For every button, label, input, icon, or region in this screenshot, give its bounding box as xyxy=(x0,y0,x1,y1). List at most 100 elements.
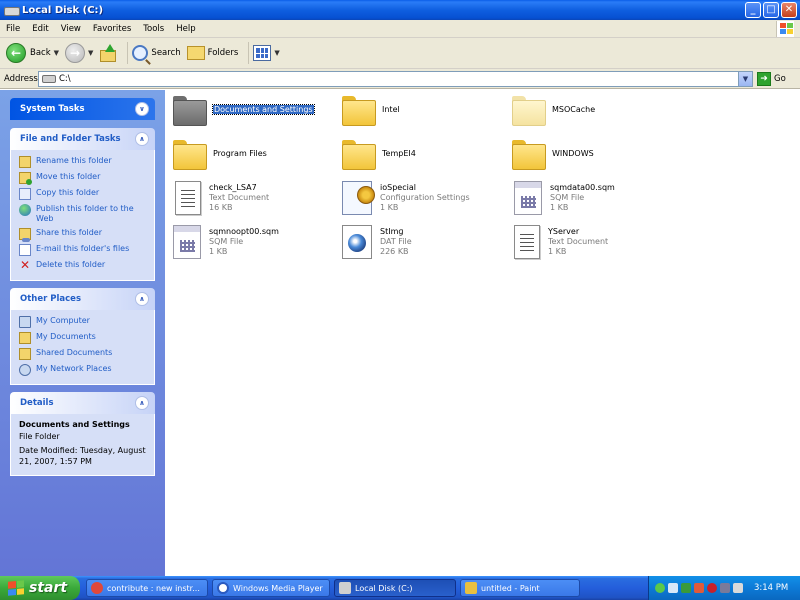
menu-view[interactable]: View xyxy=(55,24,87,34)
task-rename-folder[interactable]: Rename this folder xyxy=(19,156,146,168)
text-document-icon xyxy=(175,181,201,215)
menu-file[interactable]: File xyxy=(0,24,26,34)
other-places-header[interactable]: Other Places ∧ xyxy=(10,288,155,310)
back-button[interactable]: ← Back ▼ xyxy=(6,43,59,63)
file-type: SQM File xyxy=(550,193,585,202)
forward-button[interactable]: → ▼ xyxy=(65,43,93,63)
close-button[interactable]: ✕ xyxy=(781,2,797,18)
chevron-up-icon[interactable]: ∧ xyxy=(135,292,149,306)
up-button[interactable] xyxy=(99,44,117,62)
place-network-places[interactable]: My Network Places xyxy=(19,364,146,376)
menu-bar: File Edit View Favorites Tools Help xyxy=(0,20,800,38)
antivirus-icon[interactable] xyxy=(707,583,717,593)
file-name: Documents and Settings xyxy=(212,104,315,115)
file-item[interactable]: TempEI4 xyxy=(342,140,416,170)
file-item[interactable]: ioSpecial Configuration Settings 1 KB xyxy=(342,181,470,215)
place-label: My Network Places xyxy=(36,364,112,373)
address-value: C:\ xyxy=(59,74,71,84)
file-item[interactable]: WINDOWS xyxy=(512,140,594,170)
file-name: TempEI4 xyxy=(382,149,416,158)
tray-app-icon[interactable] xyxy=(681,583,691,593)
start-label: start xyxy=(29,580,68,596)
menu-tools[interactable]: Tools xyxy=(137,24,170,34)
tray-app-icon[interactable] xyxy=(720,583,730,593)
back-arrow-icon: ← xyxy=(6,43,26,63)
menu-favorites[interactable]: Favorites xyxy=(87,24,137,34)
place-shared-documents[interactable]: Shared Documents xyxy=(19,348,146,360)
address-dropdown-button[interactable]: ▼ xyxy=(738,72,752,86)
drive-icon xyxy=(42,75,56,83)
chevron-up-icon[interactable]: ∧ xyxy=(135,132,149,146)
file-item[interactable]: Documents and Settings xyxy=(173,96,315,126)
taskbar: start contribute : new instr... Windows … xyxy=(0,576,800,600)
share-icon xyxy=(19,228,31,242)
file-size: 1 KB xyxy=(380,203,399,212)
place-my-documents[interactable]: My Documents xyxy=(19,332,146,344)
media-player-icon xyxy=(217,582,229,594)
rename-icon xyxy=(19,156,31,168)
details-header[interactable]: Details ∧ xyxy=(10,392,155,414)
file-name: sqmnoopt00.sqm xyxy=(209,227,279,236)
security-shield-icon[interactable] xyxy=(694,583,704,593)
go-button[interactable]: ➜ Go xyxy=(757,72,786,86)
file-item[interactable]: sqmnoopt00.sqm SQM File 1 KB xyxy=(173,225,279,259)
menu-edit[interactable]: Edit xyxy=(26,24,54,34)
file-size: 1 KB xyxy=(209,247,228,256)
chevron-down-icon[interactable]: ▼ xyxy=(88,49,93,57)
file-item[interactable]: check_LSA7 Text Document 16 KB xyxy=(175,181,269,215)
maximize-button[interactable]: □ xyxy=(763,2,779,18)
taskbar-item-paint[interactable]: untitled - Paint xyxy=(460,579,580,597)
place-label: Shared Documents xyxy=(36,348,113,357)
address-input[interactable]: C:\ ▼ xyxy=(38,71,753,87)
sqm-file-icon xyxy=(173,225,201,259)
search-button[interactable]: Search xyxy=(132,45,181,61)
system-tasks-header[interactable]: System Tasks ∨ xyxy=(10,98,155,120)
minimize-button[interactable]: _ xyxy=(745,2,761,18)
volume-icon[interactable] xyxy=(733,583,743,593)
place-my-computer[interactable]: My Computer xyxy=(19,316,146,328)
folders-label: Folders xyxy=(207,48,239,58)
folders-button[interactable]: Folders xyxy=(186,46,239,60)
file-folder-tasks-header[interactable]: File and Folder Tasks ∧ xyxy=(10,128,155,150)
chevron-down-icon[interactable]: ∨ xyxy=(135,102,149,116)
chevron-down-icon[interactable]: ▼ xyxy=(274,49,279,57)
file-item[interactable]: StImɡ DAT File 226 KB xyxy=(342,225,412,259)
copy-icon xyxy=(19,188,31,200)
file-type: DAT File xyxy=(380,237,412,246)
task-publish-folder[interactable]: Publish this folder to the Web xyxy=(19,204,146,224)
title-bar[interactable]: Local Disk (C:) _ □ ✕ xyxy=(0,0,800,20)
file-folder-tasks-title: File and Folder Tasks xyxy=(20,134,121,144)
media-file-icon xyxy=(342,225,372,259)
place-label: My Documents xyxy=(36,332,96,341)
task-copy-folder[interactable]: Copy this folder xyxy=(19,188,146,200)
file-item[interactable]: Intel xyxy=(342,96,400,126)
task-move-folder[interactable]: Move this folder xyxy=(19,172,146,185)
globe-icon xyxy=(19,204,31,216)
clock[interactable]: 3:14 PM xyxy=(754,583,788,593)
file-size: 1 KB xyxy=(548,247,567,256)
task-email-files[interactable]: E-mail this folder's files xyxy=(19,244,146,256)
window-title: Local Disk (C:) xyxy=(22,4,104,16)
menu-help[interactable]: Help xyxy=(170,24,201,34)
search-label: Search xyxy=(151,48,181,58)
details-date-modified: Date Modified: Tuesday, August 21, 2007,… xyxy=(19,446,146,466)
delete-icon: ✕ xyxy=(19,258,31,272)
chevron-down-icon[interactable]: ▼ xyxy=(54,49,59,57)
tray-app-icon[interactable] xyxy=(668,583,678,593)
tray-app-icon[interactable] xyxy=(655,583,665,593)
taskbar-item-contribute[interactable]: contribute : new instr... xyxy=(86,579,208,597)
place-label: My Computer xyxy=(36,316,90,325)
chevron-up-icon[interactable]: ∧ xyxy=(135,396,149,410)
views-button[interactable]: ▼ xyxy=(253,45,280,61)
task-delete-folder[interactable]: ✕ Delete this folder xyxy=(19,258,146,272)
file-name: check_LSA7 xyxy=(209,183,257,192)
file-item[interactable]: Program Files xyxy=(173,140,267,170)
taskbar-item-media-player[interactable]: Windows Media Player xyxy=(212,579,330,597)
up-folder-icon xyxy=(99,44,117,62)
start-button[interactable]: start xyxy=(0,576,80,600)
file-item[interactable]: YServer Text Document 1 KB xyxy=(514,225,608,259)
task-share-folder[interactable]: Share this folder xyxy=(19,228,146,242)
file-item[interactable]: MSOCache xyxy=(512,96,595,126)
taskbar-item-local-disk[interactable]: Local Disk (C:) xyxy=(334,579,456,597)
file-item[interactable]: sqmdata00.sqm SQM File 1 KB xyxy=(514,181,615,215)
